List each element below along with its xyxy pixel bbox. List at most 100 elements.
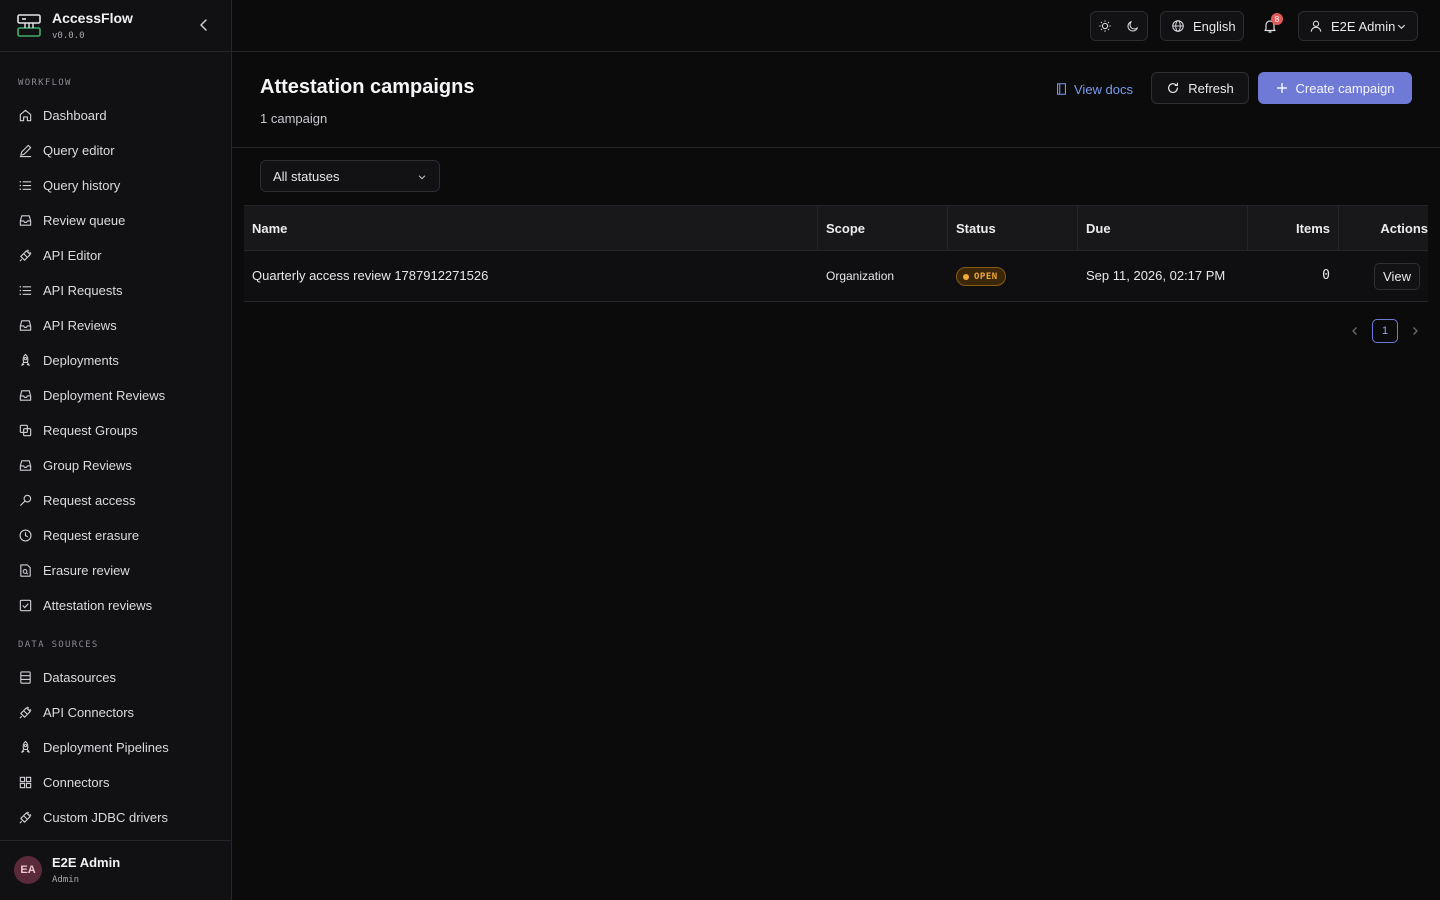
view-campaign-button[interactable]: View [1374, 263, 1420, 290]
nav-api-connectors[interactable]: API Connectors [10, 697, 220, 727]
database-icon [20, 670, 31, 684]
nav-request-groups[interactable]: Request Groups [10, 415, 220, 445]
pagination-next-icon[interactable] [1409, 325, 1421, 337]
nav-review-queue[interactable]: Review queue [10, 205, 220, 235]
section-label-workflow: WORKFLOW [18, 78, 72, 88]
create-campaign-button[interactable]: Create campaign [1258, 72, 1412, 104]
cell-items-count: 0 [1322, 268, 1330, 283]
key-icon [19, 494, 32, 506]
inbox-icon [19, 214, 32, 226]
cell-scope: Organization [826, 269, 895, 283]
pagination-page-current[interactable]: 1 [1372, 319, 1398, 343]
nav-label: Connectors [43, 774, 110, 790]
nav-label: API Reviews [43, 317, 117, 333]
plug-icon [19, 705, 32, 719]
nav-label: Request erasure [43, 527, 140, 543]
grid-icon [19, 776, 32, 788]
brand-name: AccessFlow [52, 10, 133, 26]
brand-header: AccessFlow v0.0.0 [0, 0, 231, 52]
sidebar-user-role: Admin [52, 875, 80, 885]
column-divider [1338, 206, 1339, 252]
nav-label: API Connectors [43, 704, 135, 720]
plug-icon [19, 810, 32, 824]
file-search-icon [20, 563, 31, 577]
nav-erasure-review[interactable]: Erasure review [10, 555, 220, 585]
nav-label: Query history [43, 177, 121, 193]
chevron-down-icon [418, 175, 426, 180]
inbox-icon [19, 459, 32, 471]
server-logo-icon [17, 14, 41, 37]
collapse-sidebar-icon[interactable] [196, 17, 212, 33]
status-badge: OPEN [956, 267, 1006, 286]
list-icon [19, 180, 32, 190]
plus-icon [1276, 83, 1287, 93]
top-bar: English 8 E2E Admin [232, 0, 1440, 52]
sun-icon[interactable] [1098, 19, 1112, 33]
list-icon [19, 285, 32, 295]
nav-api-editor[interactable]: API Editor [10, 240, 220, 270]
nav-request-access[interactable]: Request access [10, 485, 220, 515]
nav-group-reviews[interactable]: Group Reviews [10, 450, 220, 480]
nav-label: Custom JDBC drivers [43, 809, 168, 825]
nav-deployment-reviews[interactable]: Deployment Reviews [10, 380, 220, 410]
view-docs-label: View docs [1074, 81, 1134, 97]
status-filter-select[interactable]: All statuses [260, 160, 440, 192]
nav-deployments[interactable]: Deployments [10, 345, 220, 375]
theme-toggle[interactable] [1090, 11, 1148, 41]
nav-request-erasure[interactable]: Request erasure [10, 520, 220, 550]
user-menu-name: E2E Admin [1331, 18, 1396, 34]
status-dot-icon [963, 273, 969, 280]
nav-query-history[interactable]: Query history [10, 170, 220, 200]
column-divider [947, 206, 948, 252]
rocket-icon [21, 740, 30, 753]
inbox-icon [19, 389, 32, 401]
nav-query-editor[interactable]: Query editor [10, 135, 220, 165]
column-header-status[interactable]: Status [956, 221, 996, 236]
column-divider [1247, 206, 1248, 252]
avatar: EA [14, 856, 42, 884]
campaigns-table: Name Scope Status Due Items Actions Quar… [244, 205, 1428, 302]
table-header: Name Scope Status Due Items Actions [244, 205, 1428, 252]
refresh-icon [1168, 82, 1179, 93]
refresh-button[interactable]: Refresh [1151, 72, 1249, 104]
nav-label: Query editor [43, 142, 115, 158]
nav-custom-jdbc-drivers[interactable]: Custom JDBC drivers [10, 802, 220, 832]
nav-attestation-reviews[interactable]: Attestation reviews [10, 590, 220, 620]
nav-label: API Requests [43, 282, 123, 298]
nav-api-reviews[interactable]: API Reviews [10, 310, 220, 340]
nav-label: Request access [43, 492, 136, 508]
moon-icon[interactable] [1126, 19, 1140, 33]
column-divider [1077, 206, 1078, 252]
section-label-data-sources: DATA SOURCES [18, 640, 99, 650]
nav-connectors[interactable]: Connectors [10, 767, 220, 797]
book-icon [1057, 83, 1066, 95]
nav-label: Deployment Reviews [43, 387, 166, 403]
nav-api-requests[interactable]: API Requests [10, 275, 220, 305]
column-header-due[interactable]: Due [1086, 221, 1111, 236]
column-header-scope[interactable]: Scope [826, 221, 865, 236]
user-menu[interactable]: E2E Admin [1298, 11, 1418, 41]
user-icon [1310, 20, 1322, 32]
view-docs-link[interactable]: View docs [1055, 80, 1133, 98]
column-header-actions: Actions [1380, 221, 1428, 236]
column-header-items[interactable]: Items [1296, 221, 1330, 236]
chevron-down-icon [1397, 24, 1406, 30]
language-label: English [1193, 18, 1236, 34]
table-row[interactable]: Quarterly access review 1787912271526 Or… [244, 251, 1428, 302]
column-header-name[interactable]: Name [252, 221, 287, 236]
nav-dashboard[interactable]: Dashboard [10, 100, 220, 130]
cell-due-date: Sep 11, 2026, 02:17 PM [1086, 268, 1226, 283]
pagination-prev-icon[interactable] [1349, 325, 1361, 337]
nav-deployment-pipelines[interactable]: Deployment Pipelines [10, 732, 220, 762]
language-selector[interactable]: English [1160, 11, 1244, 41]
sidebar-user-name: E2E Admin [52, 855, 121, 870]
inbox-icon [19, 319, 32, 331]
nav-datasources[interactable]: Datasources [10, 662, 220, 692]
sidebar-user-footer[interactable]: EA E2E Admin Admin [0, 840, 231, 900]
status-badge-label: OPEN [974, 271, 998, 282]
nav-label: API Editor [43, 247, 102, 263]
pen-icon [19, 144, 32, 157]
column-divider [817, 206, 818, 252]
status-filter-value: All statuses [273, 168, 340, 184]
create-campaign-label: Create campaign [1295, 80, 1395, 96]
